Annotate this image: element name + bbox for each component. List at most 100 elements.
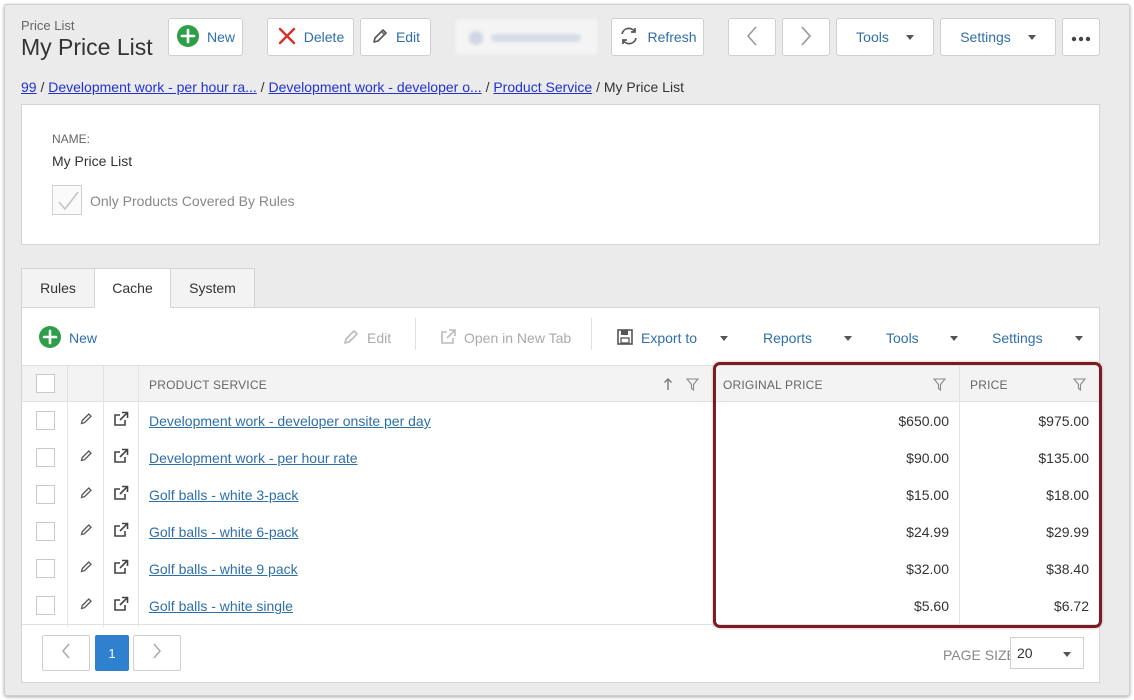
- product-link[interactable]: Golf balls - white 6-pack: [149, 524, 298, 540]
- caret-down-icon: [905, 34, 914, 40]
- open-in-new-tab-button[interactable]: Open in New Tab: [439, 326, 571, 350]
- tab-rules[interactable]: Rules: [21, 268, 95, 308]
- settings-menu-button[interactable]: Settings: [940, 18, 1056, 56]
- filter-icon[interactable]: [1072, 378, 1087, 396]
- original-price-cell: $5.60: [913, 598, 949, 614]
- breadcrumb-link[interactable]: 99: [21, 79, 37, 95]
- pencil-icon[interactable]: [80, 560, 93, 578]
- caret-down-icon: [844, 335, 852, 341]
- select-all-checkbox[interactable]: [36, 374, 55, 393]
- column-header-original-price[interactable]: ORIGINAL PRICE: [723, 378, 823, 392]
- caret-down-icon: [1075, 335, 1083, 341]
- filter-icon[interactable]: [932, 378, 947, 396]
- column-header-price[interactable]: PRICE: [970, 378, 1008, 392]
- pencil-icon: [371, 27, 389, 48]
- edit-button-label: Edit: [395, 29, 421, 45]
- page-button-current[interactable]: 1: [95, 635, 129, 671]
- external-link-icon[interactable]: [113, 596, 129, 617]
- more-options-button[interactable]: [1062, 18, 1100, 56]
- breadcrumb: 99 / Development work - per hour ra... /…: [21, 79, 684, 95]
- price-cell: $18.00: [1046, 487, 1089, 503]
- product-link[interactable]: Golf balls - white single: [149, 598, 293, 614]
- external-link-icon[interactable]: [113, 522, 129, 543]
- previous-page-button[interactable]: [42, 635, 90, 671]
- table-header: PRODUCT SERVICE ORIGINAL PRICE PRICE: [22, 365, 1099, 402]
- more-horizontal-icon: [1071, 29, 1091, 45]
- pencil-icon[interactable]: [80, 449, 93, 467]
- grid-settings-label: Settings: [992, 330, 1043, 346]
- new-button[interactable]: New: [168, 18, 243, 56]
- tab-cache[interactable]: Cache: [94, 268, 171, 308]
- delete-button[interactable]: Delete: [267, 18, 354, 56]
- breadcrumb-link[interactable]: Product Service: [493, 79, 592, 95]
- row-checkbox[interactable]: [36, 559, 55, 578]
- product-link[interactable]: Development work - developer onsite per …: [149, 413, 431, 429]
- pencil-icon[interactable]: [80, 523, 93, 541]
- grid-edit-label: Edit: [367, 330, 392, 346]
- price-cell: $975.00: [1038, 413, 1089, 429]
- table-bottom-divider: [22, 624, 1099, 625]
- row-checkbox[interactable]: [36, 485, 55, 504]
- external-link-icon[interactable]: [113, 411, 129, 432]
- new-button-label: New: [206, 29, 235, 45]
- external-link-icon[interactable]: [113, 559, 129, 580]
- tab-system[interactable]: System: [170, 268, 255, 308]
- product-link[interactable]: Golf balls - white 3-pack: [149, 487, 298, 503]
- tools-menu-label: Tools: [856, 29, 889, 45]
- only-products-checkbox[interactable]: [52, 185, 82, 215]
- next-record-button[interactable]: [782, 18, 830, 56]
- page-size-select[interactable]: 20: [1010, 637, 1084, 669]
- pencil-icon[interactable]: [80, 412, 93, 430]
- reports-menu-button[interactable]: Reports: [763, 326, 812, 350]
- row-checkbox[interactable]: [36, 596, 55, 615]
- breadcrumb-current: My Price List: [603, 79, 684, 95]
- previous-record-button[interactable]: [728, 18, 776, 56]
- grid-settings-menu-button[interactable]: Settings: [992, 326, 1043, 350]
- tools-dropdown-toggle[interactable]: [950, 326, 958, 350]
- row-checkbox[interactable]: [36, 448, 55, 467]
- toolbar-divider: [415, 318, 416, 350]
- grid-edit-button[interactable]: Edit: [342, 326, 391, 350]
- breadcrumb-link[interactable]: Development work - per hour ra...: [48, 79, 257, 95]
- row-checkbox[interactable]: [36, 522, 55, 541]
- original-price-cell: $90.00: [906, 450, 949, 466]
- chevron-left-icon: [61, 643, 71, 664]
- column-header-product-service[interactable]: PRODUCT SERVICE: [149, 378, 267, 392]
- row-checkbox[interactable]: [36, 411, 55, 430]
- settings-dropdown-toggle[interactable]: [1075, 326, 1083, 350]
- details-panel: NAME: My Price List Only Products Covere…: [21, 104, 1100, 245]
- delete-button-label: Delete: [303, 29, 345, 45]
- caret-down-icon: [1063, 652, 1071, 657]
- table-row: Golf balls - white single $5.60 $6.72: [22, 587, 1099, 624]
- external-link-icon: [439, 328, 457, 349]
- product-link[interactable]: Golf balls - white 9 pack: [149, 561, 298, 577]
- product-link[interactable]: Development work - per hour rate: [149, 450, 358, 466]
- refresh-icon: [618, 25, 640, 50]
- page-size-label: PAGE SIZE: [943, 647, 1016, 663]
- pencil-icon[interactable]: [80, 597, 93, 615]
- price-cell: $29.99: [1046, 524, 1089, 540]
- plus-circle-icon: [38, 325, 62, 352]
- external-link-icon[interactable]: [113, 448, 129, 469]
- filter-icon[interactable]: [685, 378, 700, 396]
- export-to-button[interactable]: Export to: [616, 326, 697, 350]
- pencil-icon[interactable]: [80, 486, 93, 504]
- external-link-icon[interactable]: [113, 485, 129, 506]
- grid-tools-menu-button[interactable]: Tools: [886, 326, 919, 350]
- grid-new-label: New: [69, 330, 98, 346]
- price-cell: $6.72: [1053, 598, 1089, 614]
- sort-ascending-icon[interactable]: [663, 377, 673, 396]
- refresh-button[interactable]: Refresh: [611, 18, 704, 56]
- reports-dropdown-toggle[interactable]: [844, 326, 852, 350]
- edit-button[interactable]: Edit: [360, 18, 431, 56]
- table-row: Golf balls - white 6-pack $24.99 $29.99: [22, 513, 1099, 550]
- next-page-button[interactable]: [133, 635, 181, 671]
- tools-menu-button[interactable]: Tools: [836, 18, 934, 56]
- grid-new-button[interactable]: New: [38, 325, 98, 352]
- reports-label: Reports: [763, 330, 813, 346]
- breadcrumb-link[interactable]: Development work - developer o...: [268, 79, 481, 95]
- export-dropdown-toggle[interactable]: [720, 326, 728, 350]
- caret-down-icon: [720, 335, 728, 341]
- original-price-cell: $32.00: [906, 561, 949, 577]
- original-price-cell: $24.99: [906, 524, 949, 540]
